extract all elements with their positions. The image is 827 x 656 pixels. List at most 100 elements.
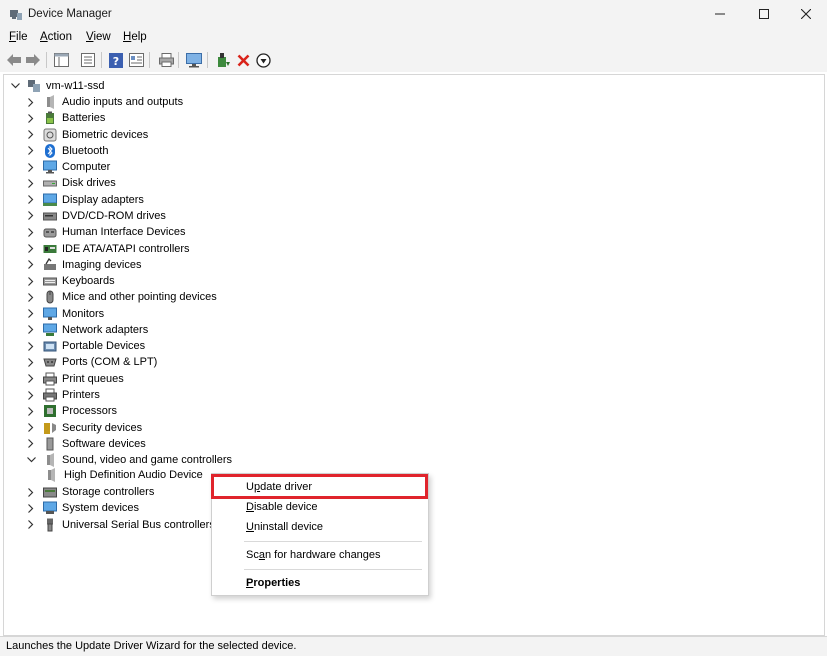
properties-menu-item[interactable]: Properties [246, 577, 300, 589]
close-button[interactable] [783, 0, 827, 28]
tree-category-batteries[interactable]: Batteries [25, 110, 105, 126]
menu-help[interactable]: Help [123, 31, 147, 43]
chevron-right-icon[interactable] [25, 259, 37, 271]
chevron-right-icon[interactable] [25, 308, 37, 320]
tree-category-print-queues[interactable]: Print queues [25, 371, 124, 387]
disable-device-menu-item[interactable]: Disable device [246, 501, 318, 513]
minimize-button[interactable] [697, 0, 743, 28]
tree-category-security-devices[interactable]: Security devices [25, 420, 142, 436]
tree-category-portable-devices[interactable]: Portable Devices [25, 338, 145, 354]
details-button[interactable] [127, 51, 145, 69]
chevron-right-icon[interactable] [25, 226, 37, 238]
chevron-right-icon[interactable] [25, 210, 37, 222]
tree-category-keyboards[interactable]: Keyboards [25, 273, 115, 289]
update-driver-button[interactable] [214, 51, 232, 69]
menu-action[interactable]: Action [40, 31, 72, 43]
chevron-right-icon[interactable] [25, 486, 37, 498]
download-icon [256, 53, 271, 68]
chevron-right-icon[interactable] [25, 373, 37, 385]
chevron-down-icon[interactable] [25, 454, 37, 466]
print-button[interactable] [157, 51, 175, 69]
chevron-right-icon[interactable] [25, 389, 37, 401]
tree-category-network-adapters[interactable]: Network adapters [25, 322, 148, 338]
chevron-right-icon[interactable] [25, 243, 37, 255]
tree-category-audio-inputs-and-outputs[interactable]: Audio inputs and outputs [25, 94, 183, 110]
chevron-right-icon[interactable] [25, 422, 37, 434]
tree-category-disk-drives[interactable]: Disk drives [25, 175, 116, 191]
chevron-right-icon[interactable] [25, 96, 37, 108]
disable-text-b: isable device [254, 501, 318, 513]
child-label: High Definition Audio Device [64, 469, 203, 481]
display-adapter-icon [42, 192, 57, 207]
uninstall-icon [237, 54, 250, 67]
tree-category-display-adapters[interactable]: Display adapters [25, 192, 144, 208]
chevron-down-icon[interactable] [9, 80, 21, 92]
scan-hardware-button[interactable] [185, 51, 203, 69]
chevron-right-icon[interactable] [25, 519, 37, 531]
back-icon [6, 53, 22, 67]
uninstall-device-menu-item[interactable]: Uninstall device [246, 521, 323, 533]
forward-icon [25, 53, 41, 67]
menu-file[interactable]: File [9, 31, 28, 43]
menu-view[interactable]: View [86, 31, 111, 43]
chevron-right-icon[interactable] [25, 405, 37, 417]
chevron-right-icon[interactable] [25, 161, 37, 173]
chevron-right-icon[interactable] [25, 438, 37, 450]
tree-category-computer[interactable]: Computer [25, 159, 110, 175]
chevron-right-icon[interactable] [25, 194, 37, 206]
tree-category-dvd-cd-rom-drives[interactable]: DVD/CD-ROM drives [25, 208, 166, 224]
chevron-right-icon[interactable] [25, 340, 37, 352]
chevron-right-icon[interactable] [25, 112, 37, 124]
close-icon [801, 9, 811, 19]
category-label: Security devices [62, 422, 142, 434]
help-button[interactable]: ? [107, 51, 125, 69]
menu-file-accel: F [9, 31, 16, 43]
disable-device-button[interactable] [254, 51, 272, 69]
tree-category-mice-and-other-pointing-devices[interactable]: Mice and other pointing devices [25, 289, 217, 305]
tree-category-software-devices[interactable]: Software devices [25, 436, 146, 452]
tree-category-ports-com-lpt[interactable]: Ports (COM & LPT) [25, 354, 157, 370]
tree-category-storage-controllers[interactable]: Storage controllers [25, 484, 154, 500]
forward-button[interactable] [24, 51, 42, 69]
chevron-right-icon[interactable] [25, 502, 37, 514]
tree-category-processors[interactable]: Processors [25, 403, 117, 419]
chevron-right-icon[interactable] [25, 356, 37, 368]
scan-hardware-menu-item[interactable]: Scan for hardware changes [246, 549, 381, 561]
tree-child-high-definition-audio[interactable]: High Definition Audio Device [43, 467, 203, 483]
category-label: Disk drives [62, 177, 116, 189]
tree-category-biometric-devices[interactable]: Biometric devices [25, 127, 148, 143]
usb-controller-icon [42, 517, 57, 532]
imaging-icon [42, 257, 57, 272]
tree-category-human-interface-devices[interactable]: Human Interface Devices [25, 224, 186, 240]
details-icon [129, 53, 144, 67]
chevron-right-icon[interactable] [25, 275, 37, 287]
uninstall-device-button[interactable] [234, 51, 252, 69]
show-hide-console-tree-button[interactable] [52, 51, 70, 69]
add-driver-icon [216, 53, 230, 68]
chevron-right-icon[interactable] [25, 291, 37, 303]
tree-category-printers[interactable]: Printers [25, 387, 100, 403]
tree-category-sound-video-and-game-controllers[interactable]: Sound, video and game controllers [25, 452, 232, 468]
maximize-button[interactable] [741, 0, 787, 28]
menu-help-label: elp [131, 31, 146, 43]
chevron-right-icon[interactable] [25, 129, 37, 141]
list-icon [81, 53, 95, 67]
list-view-button[interactable] [79, 51, 97, 69]
back-button[interactable] [5, 51, 23, 69]
chevron-right-icon[interactable] [25, 145, 37, 157]
minimize-icon [715, 9, 725, 19]
tree-root[interactable]: vm-w11-ssd [9, 78, 104, 94]
tree-category-system-devices[interactable]: System devices [25, 500, 139, 516]
portable-device-icon [42, 339, 57, 354]
printer-icon [42, 388, 57, 403]
chevron-right-icon[interactable] [25, 177, 37, 189]
tree-category-bluetooth[interactable]: Bluetooth [25, 143, 108, 159]
tree-category-ide-ata-atapi-controllers[interactable]: IDE ATA/ATAPI controllers [25, 241, 190, 257]
category-label: Batteries [62, 112, 105, 124]
title-bar: Device Manager [0, 0, 827, 28]
tree-category-monitors[interactable]: Monitors [25, 306, 104, 322]
chevron-right-icon[interactable] [25, 324, 37, 336]
tree-category-universal-serial-bus-controllers[interactable]: Universal Serial Bus controllers [25, 517, 215, 533]
category-label: Imaging devices [62, 259, 142, 271]
tree-category-imaging-devices[interactable]: Imaging devices [25, 257, 142, 273]
